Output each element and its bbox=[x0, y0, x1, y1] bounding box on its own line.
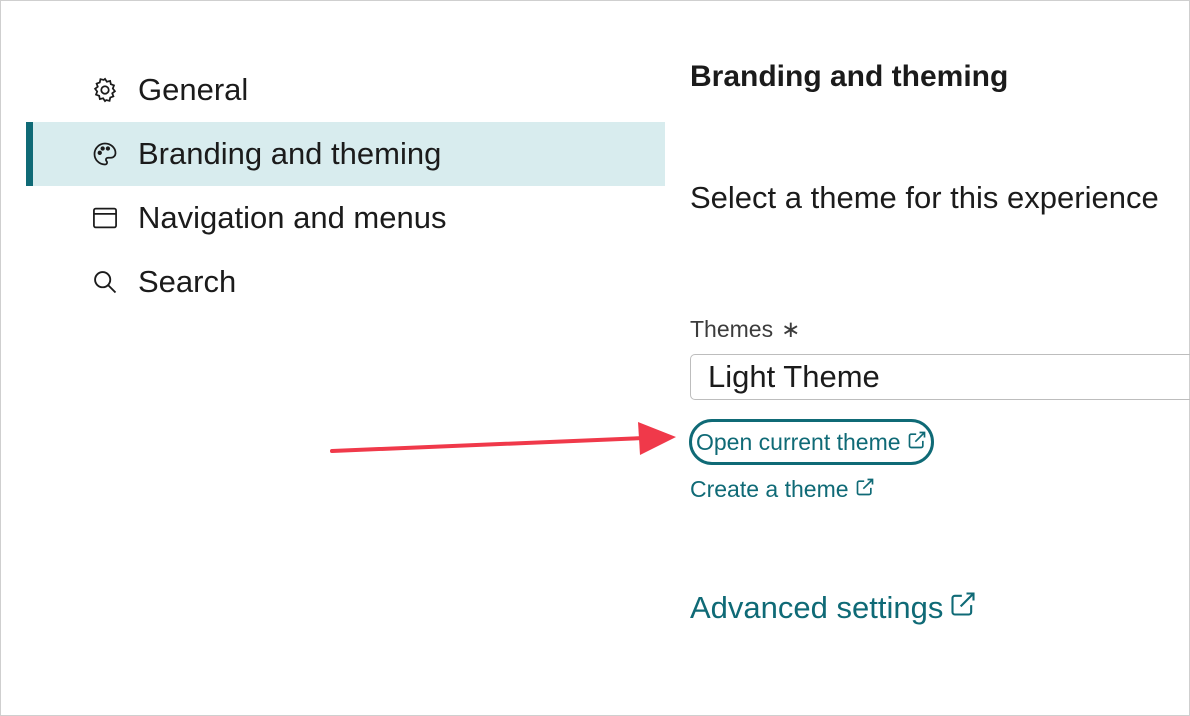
window-icon bbox=[90, 203, 120, 233]
advanced-settings-label: Advanced settings bbox=[690, 590, 944, 625]
sidebar-item-general[interactable]: General bbox=[26, 58, 665, 122]
sidebar-item-search[interactable]: Search bbox=[26, 250, 665, 314]
themes-label-text: Themes bbox=[690, 316, 774, 342]
page-title: Branding and theming bbox=[690, 60, 1009, 93]
external-link-icon bbox=[907, 429, 927, 456]
create-theme-label: Create a theme bbox=[690, 476, 849, 502]
main-content: Branding and theming Select a theme for … bbox=[689, 0, 1190, 716]
external-link-icon bbox=[949, 590, 977, 626]
open-current-theme-label: Open current theme bbox=[696, 428, 901, 455]
sidebar-item-label: Search bbox=[138, 264, 237, 299]
gear-icon bbox=[90, 75, 120, 105]
required-marker: ∗ bbox=[781, 316, 801, 342]
sidebar-item-label: Branding and theming bbox=[138, 136, 442, 171]
advanced-settings-link[interactable]: Advanced settings bbox=[690, 590, 977, 626]
sidebar-item-label: Navigation and menus bbox=[138, 200, 447, 235]
open-current-theme-link[interactable]: Open current theme bbox=[689, 419, 934, 465]
themes-select[interactable]: Light Theme bbox=[690, 354, 1190, 400]
create-theme-link[interactable]: Create a theme bbox=[690, 476, 875, 503]
sidebar-item-branding-and-theming[interactable]: Branding and theming bbox=[26, 122, 665, 186]
search-icon bbox=[90, 267, 120, 297]
sidebar-item-label: General bbox=[138, 72, 249, 107]
page-description: Select a theme for this experience bbox=[690, 180, 1159, 215]
external-link-icon bbox=[855, 476, 875, 503]
sidebar: General Branding and theming Navigation … bbox=[26, 58, 665, 314]
palette-icon bbox=[90, 139, 120, 169]
themes-select-value: Light Theme bbox=[708, 359, 880, 394]
themes-field-label: Themes ∗ bbox=[690, 316, 800, 343]
sidebar-item-navigation-and-menus[interactable]: Navigation and menus bbox=[26, 186, 665, 250]
